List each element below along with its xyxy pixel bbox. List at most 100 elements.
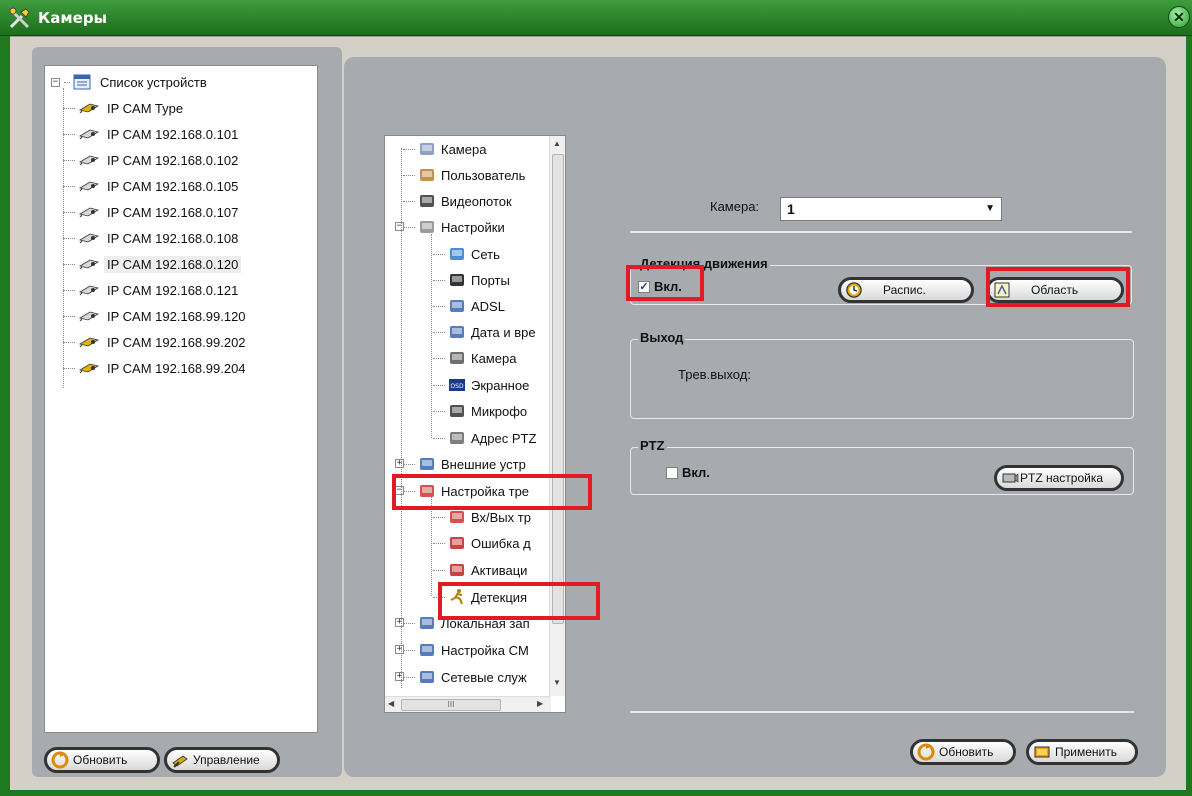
collapse-icon[interactable]: − (395, 222, 404, 231)
users-icon (420, 169, 434, 181)
scroll-down-icon[interactable]: ▼ (553, 678, 561, 687)
settings-tree-item[interactable]: + Внешние устр (395, 453, 526, 475)
device-tree-item-label: IP CAM 192.168.0.121 (107, 282, 239, 298)
expand-icon[interactable]: + (395, 672, 404, 681)
output-title: Выход (638, 330, 686, 345)
device-tree-item[interactable]: IP CAM 192.168.0.107 (63, 202, 241, 222)
tree-connector (63, 237, 75, 239)
window-title: Камеры (38, 9, 108, 27)
settings-tree-item-label: Камера (441, 141, 487, 157)
ptz-enable-checkbox[interactable]: Вкл. (666, 465, 710, 480)
app-window: Камеры ✕ − Список устройств IP CAM Type … (0, 0, 1192, 796)
settings-tree-item[interactable]: + Настройка CM (395, 639, 529, 661)
refresh-devices-label: Обновить (73, 753, 128, 767)
ptz-icon (450, 432, 464, 444)
device-tree-item[interactable]: IP CAM 192.168.99.120 (63, 306, 249, 326)
settings-tree[interactable]: Камера Пользователь Видеопоток − Настройки Се… (384, 135, 566, 713)
settings-tree-item[interactable]: Камера (433, 347, 516, 369)
tree-connector (63, 341, 75, 343)
chevron-down-icon: ▼ (985, 203, 995, 214)
settings-tree-item-label: Вх/Вых тр (471, 509, 531, 525)
settings-tree-item[interactable]: ADSL (433, 295, 505, 317)
device-tree-item-label: IP CAM 192.168.0.105 (107, 178, 239, 194)
settings-tree-item[interactable]: Порты (433, 269, 510, 291)
expand-icon[interactable]: + (395, 618, 404, 627)
settings-tree-item[interactable]: Видеопоток (403, 190, 512, 212)
device-tree-item[interactable]: IP CAM 192.168.0.101 (63, 124, 241, 144)
scroll-right-icon[interactable]: ▶ (537, 699, 543, 708)
tree-connector (431, 496, 432, 596)
settings-tree-item[interactable]: Адрес PTZ (433, 427, 536, 449)
device-tree[interactable]: − Список устройств IP CAM Type IP CAM 192… (44, 65, 318, 733)
schedule-button[interactable]: Распис. (838, 277, 974, 303)
device-tree-item[interactable]: IP CAM 192.168.0.108 (63, 228, 241, 248)
settings-tree-item[interactable]: + Сетевые служ (395, 666, 527, 688)
device-tree-item[interactable]: IP CAM Type (63, 98, 186, 118)
ip-camera-icon (78, 311, 100, 322)
device-tree-item[interactable]: IP CAM 192.168.99.202 (63, 332, 249, 352)
horizontal-scroll-thumb[interactable]: III (401, 699, 501, 711)
settings-tree-horizontal-scrollbar[interactable]: ◀ III ▶ (385, 696, 551, 712)
settings-tree-item[interactable]: Ошибка д (433, 532, 531, 554)
settings-tree-item[interactable]: Сеть (433, 243, 500, 265)
checkbox-unchecked-icon[interactable] (666, 466, 678, 479)
tree-connector (433, 305, 445, 307)
refresh-button[interactable]: Обновить (910, 739, 1016, 765)
close-button[interactable]: ✕ (1168, 6, 1190, 28)
expand-icon[interactable]: + (395, 459, 404, 468)
ip-camera-icon (78, 259, 100, 270)
ptz-settings-button[interactable]: PTZ настройка (994, 465, 1124, 491)
client-area: − Список устройств IP CAM Type IP CAM 192… (10, 36, 1186, 790)
tree-connector (403, 463, 415, 465)
refresh-devices-button[interactable]: Обновить (44, 747, 160, 773)
title-bar[interactable]: Камеры ✕ (0, 0, 1192, 36)
osd-text: OSD (450, 383, 464, 390)
tree-connector (64, 81, 70, 83)
ip-camera-icon (78, 129, 100, 140)
device-tree-item[interactable]: IP CAM 192.168.0.105 (63, 176, 241, 196)
microphone-icon (450, 405, 464, 417)
settings-tree-item-label: Порты (471, 272, 510, 288)
tree-connector (403, 148, 415, 150)
device-tree-item[interactable]: IP CAM 192.168.99.204 (63, 358, 249, 378)
tree-connector (63, 367, 75, 369)
settings-tree-item-label: Внешние устр (441, 456, 526, 472)
expand-icon[interactable]: + (395, 645, 404, 654)
settings-tree-item[interactable]: − Настройки (395, 216, 505, 238)
settings-tree-item[interactable]: Пользователь (403, 164, 525, 186)
device-tree-root[interactable]: − Список устройств (51, 72, 210, 92)
apply-button[interactable]: Применить (1026, 739, 1138, 765)
scroll-left-icon[interactable]: ◀ (388, 699, 394, 708)
highlight-frame (438, 582, 600, 620)
external-device-icon (420, 458, 434, 470)
ptz-camera-icon (1002, 473, 1019, 483)
manage-label: Управление (193, 753, 260, 767)
camera-select[interactable]: 1 ▼ (780, 197, 1002, 221)
osd-icon: OSD (449, 379, 465, 391)
video-icon (420, 195, 434, 207)
ptz-enable-label: Вкл. (682, 465, 710, 480)
vertical-scroll-thumb[interactable] (552, 154, 564, 624)
tree-connector (403, 174, 415, 176)
device-tree-item[interactable]: IP CAM 192.168.0.102 (63, 150, 241, 170)
settings-tree-item-label: Сетевые служ (441, 669, 527, 685)
settings-tree-item[interactable]: Камера (403, 138, 486, 160)
device-tree-item[interactable]: IP CAM 192.168.0.120 (63, 254, 242, 274)
settings-tree-item[interactable]: Дата и вре (433, 321, 536, 343)
refresh-icon (51, 751, 69, 769)
tree-connector (403, 226, 415, 228)
tree-connector (63, 159, 75, 161)
scroll-up-icon[interactable]: ▲ (553, 139, 561, 148)
tree-connector (403, 622, 415, 624)
manage-button[interactable]: Управление (164, 747, 280, 773)
settings-tree-item[interactable]: OSD Экранное (433, 374, 529, 396)
device-tree-item-label: IP CAM 192.168.0.101 (107, 126, 239, 142)
settings-tree-item[interactable]: Активаци (433, 559, 527, 581)
tree-connector (401, 148, 402, 688)
settings-tree-item[interactable]: Микрофо (433, 400, 527, 422)
highlight-frame (392, 474, 592, 510)
calendar-icon (450, 326, 464, 338)
device-tree-item[interactable]: IP CAM 192.168.0.121 (63, 280, 241, 300)
device-tree-item-label: IP CAM 192.168.99.204 (107, 360, 246, 376)
collapse-icon[interactable]: − (51, 77, 60, 87)
